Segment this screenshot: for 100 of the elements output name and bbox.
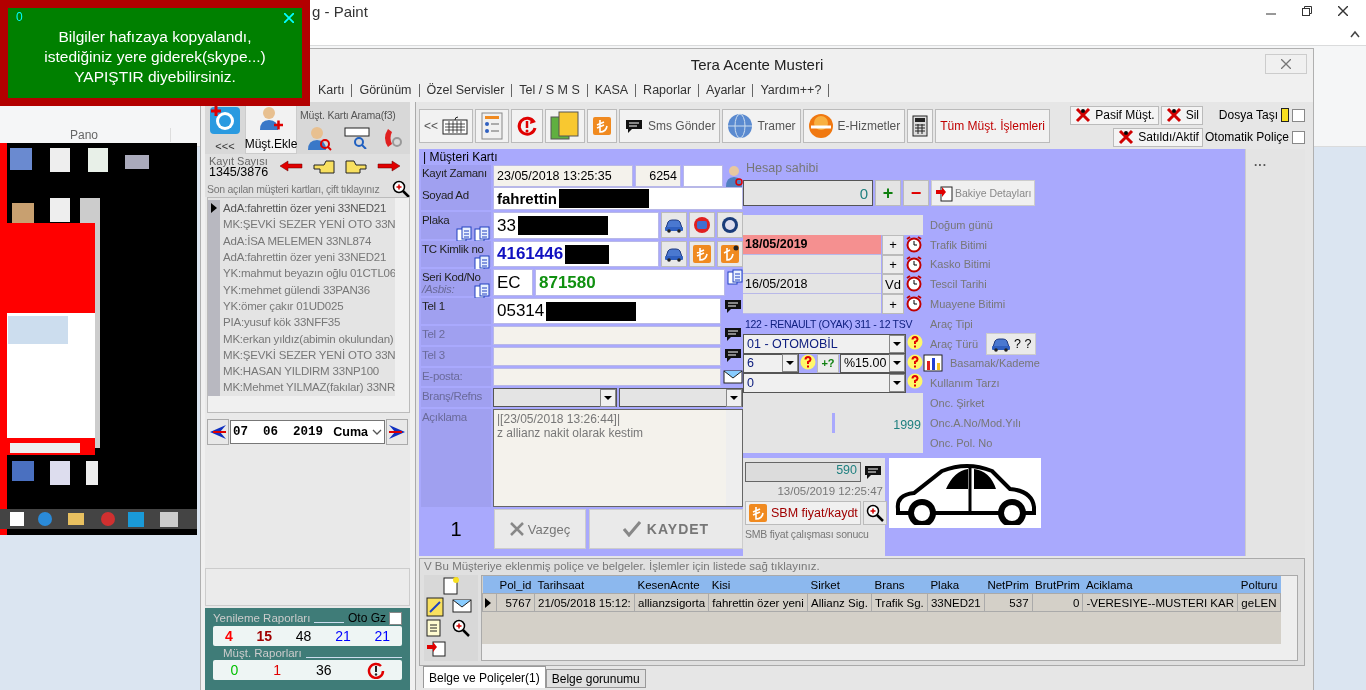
scrollbar[interactable]	[208, 396, 409, 412]
recent-card-item[interactable]: PIA:yusuf kök 33NFF35	[220, 316, 341, 329]
reference-dropdown[interactable]	[619, 388, 743, 407]
scrollbar[interactable]	[1281, 576, 1297, 644]
sold-active-button[interactable]: Satıldı/Aktif	[1113, 127, 1203, 147]
tab[interactable]: Belge ve Poliçeler(1)	[423, 666, 546, 688]
user-search-icon[interactable]	[306, 124, 332, 151]
plate-field[interactable]: 33	[493, 212, 659, 239]
phone-field[interactable]	[493, 326, 721, 345]
dropdown-field[interactable]: 01 - OTOMOBİL	[743, 333, 906, 354]
user-avatar-icon[interactable]	[725, 165, 743, 187]
date-field[interactable]: 18/05/2019	[743, 234, 881, 255]
menu-item[interactable]: Özel Servisler	[419, 83, 513, 97]
id-number-field[interactable]: 4161446	[493, 241, 659, 267]
toolbar-button[interactable]: Tüm Müşt. İşlemleri	[935, 109, 1050, 143]
new-document-icon[interactable]	[443, 577, 459, 595]
help-icon[interactable]	[907, 353, 923, 370]
file-move-checkbox[interactable]: Dosya Taşı	[1204, 108, 1305, 122]
passive-customer-button[interactable]: Pasif Müşt.	[1070, 105, 1159, 125]
copy-icon[interactable]	[474, 283, 490, 299]
close-icon[interactable]	[1338, 6, 1348, 16]
dropdown-field[interactable]: 0	[743, 373, 906, 394]
column-header[interactable]: BrutPrim	[1032, 576, 1083, 594]
column-header[interactable]: Tarihsaat	[534, 576, 635, 594]
recent-card-item[interactable]: MK:ŞEVKİ SEZER YENİ OTO 33N	[220, 348, 395, 361]
car-icon[interactable]	[991, 335, 1012, 352]
menu-item[interactable]: Ayarlar	[699, 83, 754, 97]
copy-icon[interactable]	[727, 269, 743, 285]
column-header[interactable]: Pol_id	[496, 576, 535, 594]
menu-item[interactable]: Görünüm	[352, 83, 420, 97]
report-count[interactable]: 36	[315, 662, 332, 678]
close-button[interactable]	[1265, 54, 1307, 74]
recent-card-item[interactable]: MK:ŞEVKİ SEZER YENİ OTO 33N	[220, 218, 395, 231]
column-header[interactable]: Polturu	[1237, 576, 1281, 594]
column-header[interactable]: Brans	[871, 576, 928, 594]
column-header[interactable]: Plaka	[927, 576, 985, 594]
recent-card-item[interactable]: AdA:fahrettin özer yeni 33NED21	[220, 202, 387, 215]
skype-add-icon[interactable]	[209, 105, 241, 135]
report-count[interactable]: 4	[224, 628, 233, 644]
toolbar-button[interactable]: Tramer	[722, 109, 801, 143]
menu-item[interactable]: Tel / S M S	[512, 83, 588, 97]
alarm-clock-icon[interactable]	[905, 254, 923, 273]
car-front-button[interactable]	[689, 212, 715, 238]
menu-item[interactable]: Yardım++?	[753, 83, 830, 97]
menu-item[interactable]: KASA	[587, 83, 637, 97]
document-arrow-icon[interactable]	[426, 639, 446, 657]
tier-dropdown[interactable]: 6	[743, 353, 799, 374]
next-day-button[interactable]	[386, 419, 408, 445]
date-field[interactable]	[743, 294, 881, 314]
scrollbar[interactable]	[482, 644, 1297, 660]
zoom-in-icon[interactable]	[452, 619, 470, 637]
rate-dropdown[interactable]: %15.00	[840, 353, 906, 374]
copy-icon[interactable]	[474, 226, 490, 242]
keyboard-search-icon[interactable]	[344, 126, 370, 149]
left-arrow-icon[interactable]	[279, 160, 304, 172]
subtract-balance-button[interactable]: −	[903, 180, 929, 206]
auto-policy-checkbox[interactable]: Otomatik Poliçe	[1204, 130, 1305, 144]
menu-item[interactable]: Raporlar	[636, 83, 700, 97]
column-header[interactable]: KesenAcnte	[634, 576, 709, 594]
lira-query-button[interactable]	[717, 241, 743, 267]
vehicle-query-button[interactable]: ? ?	[986, 332, 1037, 355]
car-button[interactable]	[661, 241, 687, 267]
save-button[interactable]: KAYDET	[589, 509, 743, 549]
date-picker-field[interactable]: 07 06 2019 Cuma	[230, 420, 385, 444]
envelope-icon[interactable]	[723, 368, 743, 384]
report-count[interactable]: 48	[295, 628, 312, 644]
date-action-button[interactable]: +	[882, 234, 904, 255]
cancel-button[interactable]: Vazgeç	[494, 509, 586, 549]
phone-field[interactable]: 05314	[493, 298, 721, 324]
column-header[interactable]: Sirket	[807, 576, 872, 594]
alarm-clock-icon[interactable]	[905, 274, 923, 293]
branch-dropdown[interactable]	[493, 388, 617, 407]
envelope-icon[interactable]	[452, 597, 472, 613]
toolbar-button[interactable]: Sms Gönder	[619, 109, 721, 143]
recent-card-item[interactable]: MK:erkan yıldız(abimin okulundan)	[220, 332, 394, 345]
report-count[interactable]: 1	[273, 662, 281, 678]
recent-card-item[interactable]: YK:mahmut beyazın oğlu 01CTL06	[220, 267, 395, 280]
recent-card-item[interactable]: AdA:İSA MELEMEN 33NL874	[220, 234, 372, 247]
scrollbar[interactable]	[395, 198, 409, 396]
car-icon[interactable]	[664, 217, 684, 233]
add-help-button[interactable]: +?	[817, 353, 839, 374]
recent-card-item[interactable]: MK:Mehmet YILMAZ(fakılar) 33NR	[220, 381, 395, 394]
serial-number-field[interactable]: 871580	[535, 269, 725, 296]
help-icon[interactable]	[907, 333, 923, 350]
car-button[interactable]	[661, 212, 687, 238]
phone-field[interactable]	[493, 347, 721, 366]
recent-card-item[interactable]: YK:ömer çakır 01UD025	[220, 299, 344, 312]
previous-day-button[interactable]	[207, 419, 229, 445]
sms-icon[interactable]	[624, 118, 644, 134]
detail-field[interactable]	[743, 215, 923, 235]
add-balance-button[interactable]: +	[875, 180, 901, 206]
document-icon[interactable]	[426, 619, 442, 637]
report-count[interactable]: 21	[335, 628, 351, 644]
detail-field[interactable]	[743, 393, 923, 413]
edit-document-icon[interactable]	[426, 597, 446, 617]
recent-card-item[interactable]: YK:mehmet gülendi 33PAN36	[220, 283, 370, 296]
email-field[interactable]	[493, 368, 721, 386]
sms-icon[interactable]	[863, 463, 883, 480]
report-count[interactable]: 15	[256, 628, 272, 644]
bar-chart-icon[interactable]	[923, 354, 943, 373]
